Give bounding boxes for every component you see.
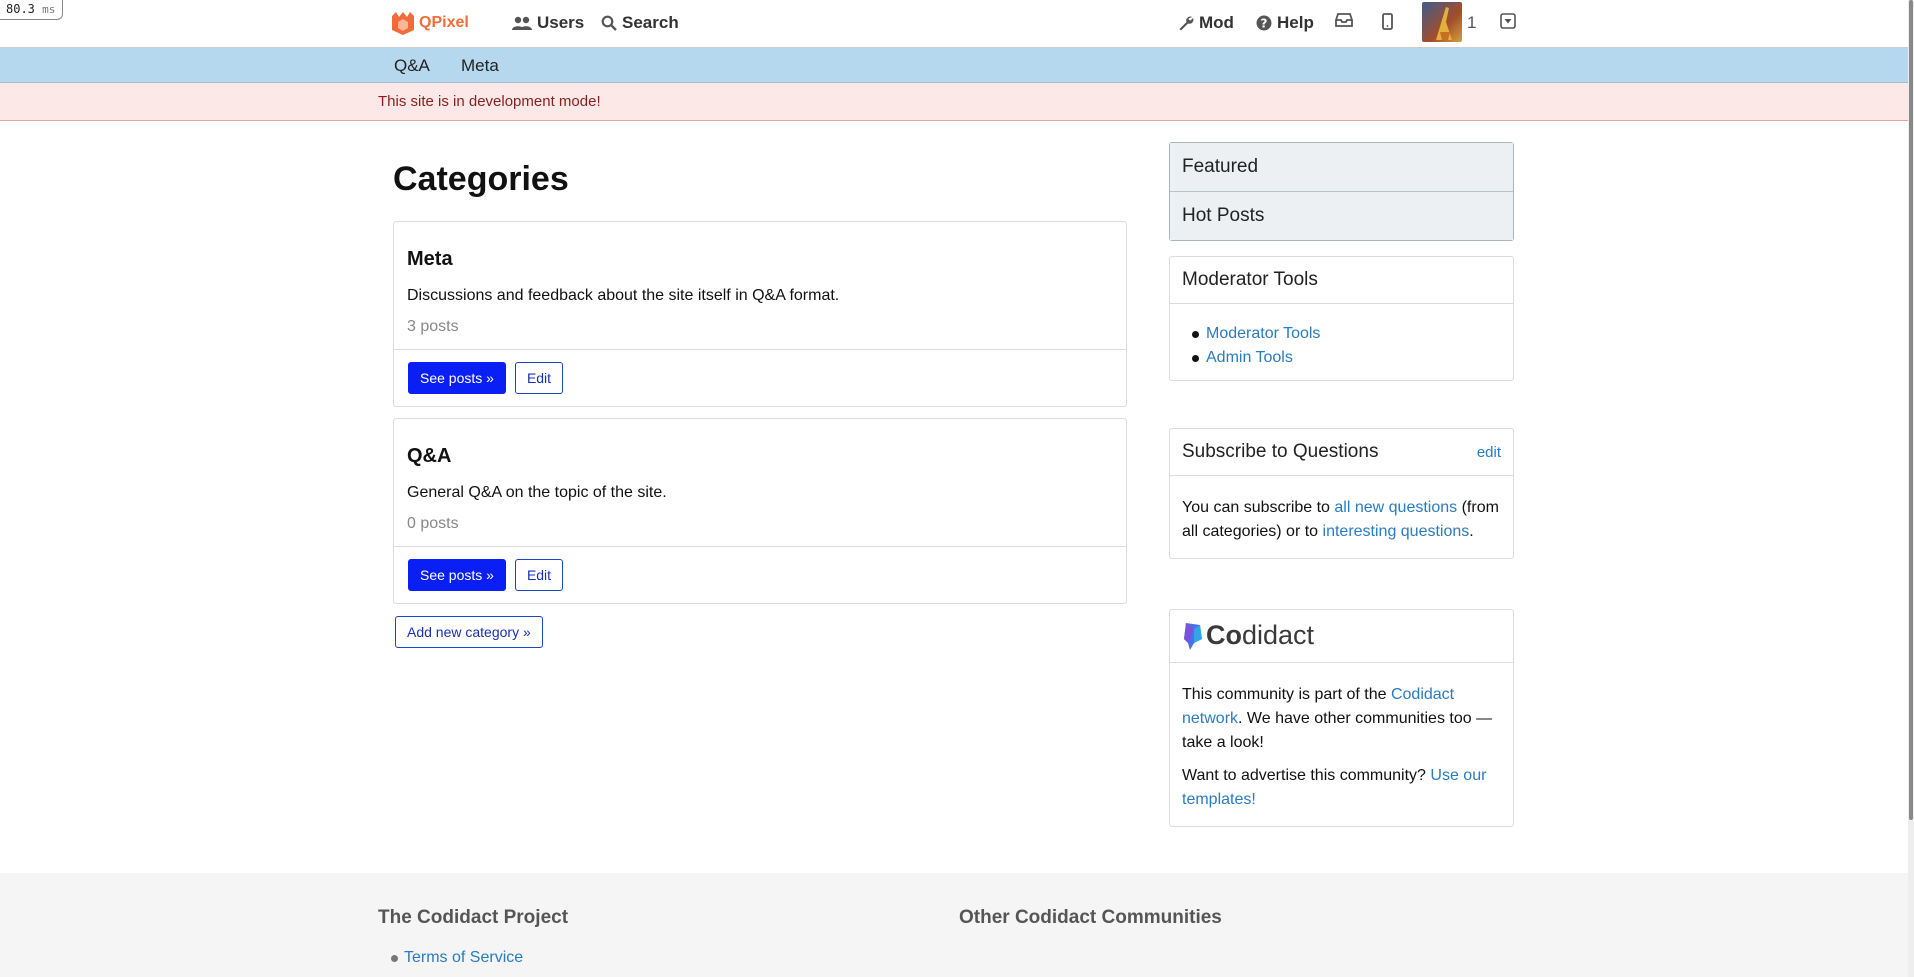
category-description: Discussions and feedback about the site … [407,287,840,304]
all-new-questions-link[interactable]: all new questions [1334,499,1457,516]
performance-badge: 80.3 ms [0,0,64,20]
tab-qa[interactable]: Q&A [394,56,430,76]
category-card-meta: Meta Discussions and feedback about the … [393,221,1127,407]
performance-unit: ms [42,3,56,16]
see-posts-button[interactable]: See posts » [408,559,506,591]
category-name: Meta [407,248,453,270]
page-title: Categories [393,160,569,198]
mod-label: Mod [1199,13,1234,32]
qpixel-logo-icon [392,12,414,35]
hot-posts-tab[interactable]: Hot Posts [1170,192,1513,240]
category-card-qa: Q&A General Q&A on the topic of the site… [393,418,1127,604]
search-icon [601,15,617,31]
edit-category-button[interactable]: Edit [514,559,564,591]
codidact-logo-rest: didact [1242,620,1315,650]
add-category-button[interactable]: Add new category » [395,616,543,648]
top-navbar: QPixel Users Search Mod ? Help 1 [0,0,1914,48]
help-link[interactable]: ? Help [1256,13,1314,33]
users-icon [512,16,532,30]
category-post-count: 0 posts [407,515,459,532]
terms-of-service-link[interactable]: Terms of Service [404,949,523,966]
development-notice: This site is in development mode! [0,83,1908,121]
category-name: Q&A [407,445,452,467]
list-item: Admin Tools [1192,346,1513,370]
admin-tools-link[interactable]: Admin Tools [1206,349,1293,366]
user-menu-toggle[interactable] [1500,13,1516,29]
subscriptions-edit-link[interactable]: edit [1477,444,1501,461]
moderator-tools-widget: Moderator Tools Moderator Tools Admin To… [1169,256,1514,381]
subscribe-text: You can subscribe to [1182,499,1335,516]
advertise-text: Want to advertise this community? [1182,767,1431,784]
featured-widget: Featured Hot Posts [1169,142,1514,241]
mobile-phone-icon [1382,13,1393,30]
footer-links: Terms of Service [390,949,523,967]
footer-heading-project: The Codidact Project [378,907,569,928]
moderator-tools-link[interactable]: Moderator Tools [1206,325,1320,342]
inbox-icon [1335,13,1353,27]
help-icon: ? [1256,15,1272,31]
codidact-text: This community is part of the [1182,686,1391,703]
dropdown-caret-icon [1500,13,1516,29]
site-logo[interactable]: QPixel [390,8,469,38]
category-post-count: 3 posts [407,318,459,335]
site-logo-text: QPixel [419,14,469,31]
edit-category-button[interactable]: Edit [514,362,564,394]
help-label: Help [1277,13,1314,32]
category-description: General Q&A on the topic of the site. [407,484,667,501]
user-avatar[interactable] [1422,2,1462,42]
mobile-button[interactable] [1382,13,1393,30]
list-item: Moderator Tools [1192,322,1513,346]
user-reputation: 1 [1467,13,1477,32]
widget-title: Subscribe to Questions [1182,441,1379,462]
wrench-icon [1179,16,1194,31]
development-notice-text: This site is in development mode! [378,93,601,110]
scrollbar-thumb[interactable] [1909,0,1913,820]
mod-link[interactable]: Mod [1178,13,1234,33]
codidact-logo: Codidact [1182,620,1314,651]
tab-meta[interactable]: Meta [461,56,499,76]
footer-heading-communities: Other Codidact Communities [959,907,1222,928]
see-posts-button[interactable]: See posts » [408,362,506,394]
avatar-image-icon [1436,7,1452,40]
category-bar: Q&A Meta [0,48,1908,83]
search-label: Search [622,13,679,32]
users-link[interactable]: Users [512,13,584,33]
codidact-logo-icon [1184,622,1202,650]
featured-tab[interactable]: Featured [1170,143,1513,192]
svg-text:?: ? [1261,17,1268,31]
search-link[interactable]: Search [601,13,679,33]
page-scrollbar[interactable] [1908,0,1914,977]
users-label: Users [537,13,585,32]
codidact-logo-co: Co [1206,620,1242,650]
subscribe-text: . [1469,523,1474,540]
widget-title: Moderator Tools [1182,269,1318,290]
list-item: Terms of Service [390,949,523,967]
subscribe-widget: Subscribe to Questions edit You can subs… [1169,428,1514,559]
performance-value: 80.3 [6,2,35,16]
interesting-questions-link[interactable]: interesting questions [1323,523,1470,540]
inbox-button[interactable] [1335,13,1353,27]
codidact-widget: Codidact This community is part of the C… [1169,609,1514,827]
footer: The Codidact Project Other Codidact Comm… [0,873,1908,977]
